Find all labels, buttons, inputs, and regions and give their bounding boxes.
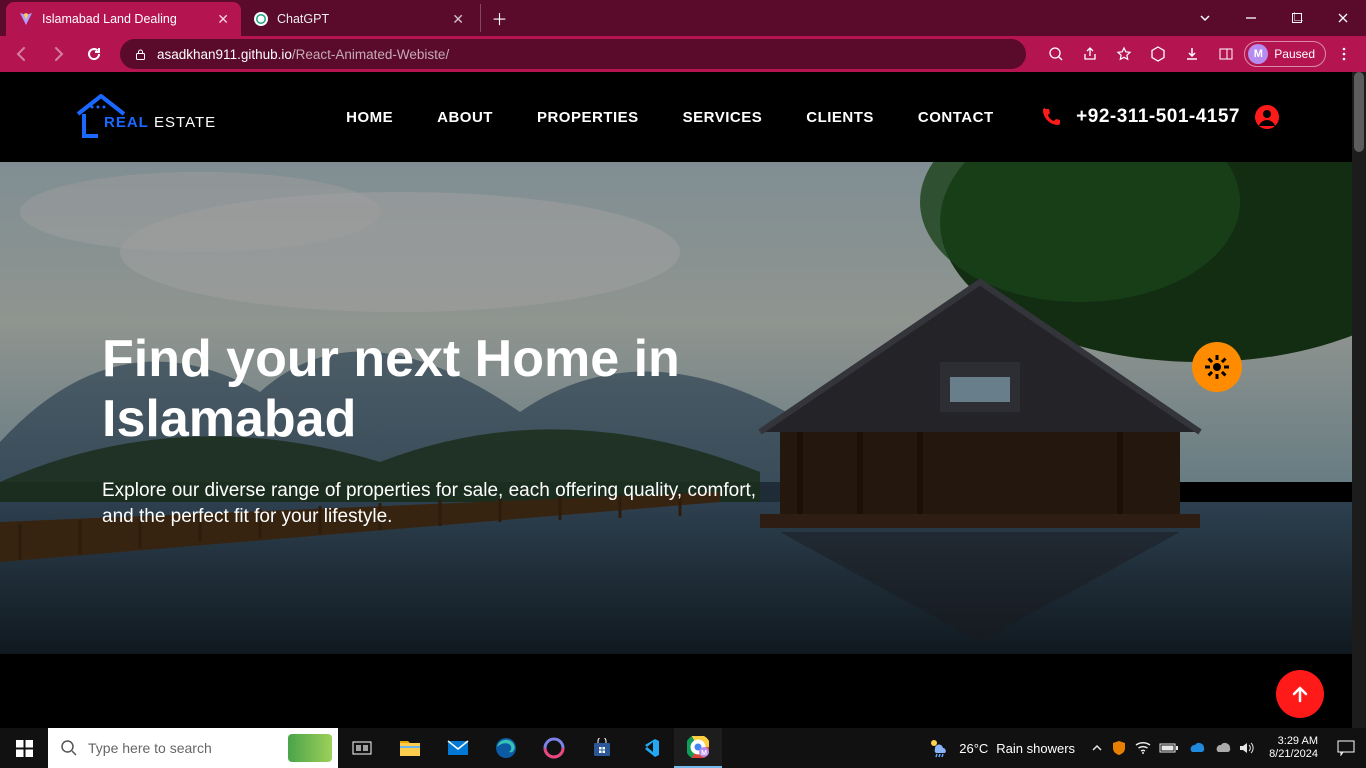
back-button[interactable] [6, 38, 38, 70]
scroll-to-top-button[interactable] [1276, 670, 1324, 718]
notifications-button[interactable] [1326, 728, 1366, 768]
close-window-button[interactable] [1320, 0, 1366, 36]
taskbar: Type here to search M 26°C Rain showers … [0, 728, 1366, 768]
share-icon[interactable] [1074, 38, 1106, 70]
profile-status: Paused [1274, 47, 1315, 61]
nav-about[interactable]: ABOUT [437, 109, 493, 126]
new-tab-button[interactable]: ＋ [480, 4, 508, 32]
taskbar-apps: M [338, 728, 722, 768]
taskbar-clock[interactable]: 3:29 AM 8/21/2024 [1261, 735, 1326, 761]
tray-onedrive-icon[interactable] [1187, 742, 1205, 754]
hero-title: Find your next Home in Islamabad [102, 330, 842, 450]
tab-2[interactable]: ChatGPT ✕ [241, 2, 476, 36]
tray-cloud-icon[interactable] [1213, 742, 1231, 754]
profile-button[interactable]: M Paused [1244, 41, 1326, 67]
forward-button[interactable] [42, 38, 74, 70]
scrollbar[interactable] [1352, 72, 1366, 728]
vite-icon [18, 11, 34, 27]
phone-link[interactable]: +92-311-501-4157 [1040, 106, 1240, 128]
tray-security-icon[interactable] [1111, 740, 1127, 756]
gear-icon [1204, 354, 1230, 380]
tab-strip: Islamabad Land Dealing ✕ ChatGPT ✕ ＋ [0, 0, 508, 36]
address-bar[interactable]: asadkhan911.github.io/React-Animated-Web… [120, 39, 1026, 69]
close-icon[interactable]: ✕ [217, 11, 229, 28]
copilot-icon[interactable] [530, 728, 578, 768]
main-nav: HOME ABOUT PROPERTIES SERVICES CLIENTS C… [346, 109, 994, 126]
clock-time: 3:29 AM [1269, 735, 1318, 748]
sidepanel-icon[interactable] [1210, 38, 1242, 70]
chatgpt-icon [253, 11, 269, 27]
nav-services[interactable]: SERVICES [683, 109, 763, 126]
nav-home[interactable]: HOME [346, 109, 393, 126]
user-icon[interactable] [1254, 104, 1280, 130]
tab-1[interactable]: Islamabad Land Dealing ✕ [6, 2, 241, 36]
tab-title: ChatGPT [277, 12, 329, 26]
start-button[interactable] [0, 728, 48, 768]
explorer-icon[interactable] [386, 728, 434, 768]
search-icon [60, 739, 78, 757]
nav-properties[interactable]: PROPERTIES [537, 109, 639, 126]
weather-temp: 26°C [959, 741, 988, 756]
logo[interactable]: REAL ESTATE [72, 90, 216, 144]
store-icon[interactable] [578, 728, 626, 768]
tray-battery-icon[interactable] [1159, 742, 1179, 754]
lock-icon [134, 48, 147, 61]
bookmark-icon[interactable] [1108, 38, 1140, 70]
tray-wifi-icon[interactable] [1135, 741, 1151, 755]
zoom-icon[interactable] [1040, 38, 1072, 70]
weather-label: Rain showers [996, 741, 1075, 756]
browser-toolbar: asadkhan911.github.io/React-Animated-Web… [0, 36, 1366, 72]
vscode-icon[interactable] [626, 728, 674, 768]
maximize-button[interactable] [1274, 0, 1320, 36]
nav-clients[interactable]: CLIENTS [806, 109, 874, 126]
phone-number: +92-311-501-4157 [1076, 106, 1240, 128]
system-tray [1085, 740, 1261, 756]
avatar: M [1248, 44, 1268, 64]
tray-volume-icon[interactable] [1239, 741, 1255, 755]
taskview-icon[interactable] [338, 728, 386, 768]
download-icon[interactable] [1176, 38, 1208, 70]
tab-title: Islamabad Land Dealing [42, 12, 177, 26]
search-promo-icon [288, 734, 332, 762]
window-controls [1182, 0, 1366, 36]
chrome-icon[interactable]: M [674, 728, 722, 768]
hero-section: Find your next Home in Islamabad Explore… [0, 162, 1352, 654]
settings-button[interactable] [1192, 342, 1242, 392]
hero-subtitle: Explore our diverse range of properties … [102, 478, 792, 531]
weather-icon [929, 737, 951, 759]
site-header: REAL ESTATE HOME ABOUT PROPERTIES SERVIC… [0, 72, 1352, 162]
clock-date: 8/21/2024 [1269, 748, 1318, 761]
close-icon[interactable]: ✕ [452, 11, 464, 28]
mail-icon[interactable] [434, 728, 482, 768]
minimize-button[interactable] [1228, 0, 1274, 36]
scrollbar-thumb[interactable] [1354, 72, 1364, 152]
browser-titlebar: Islamabad Land Dealing ✕ ChatGPT ✕ ＋ [0, 0, 1366, 36]
header-right: +92-311-501-4157 [1040, 104, 1280, 130]
url-text: asadkhan911.github.io/React-Animated-Web… [157, 47, 449, 62]
arrow-up-icon [1289, 683, 1311, 705]
svg-text:M: M [701, 750, 707, 757]
edge-icon[interactable] [482, 728, 530, 768]
page-viewport: REAL ESTATE HOME ABOUT PROPERTIES SERVIC… [0, 72, 1352, 728]
kebab-menu-icon[interactable] [1328, 38, 1360, 70]
phone-icon [1040, 106, 1062, 128]
reload-button[interactable] [78, 38, 110, 70]
search-placeholder: Type here to search [88, 740, 212, 756]
tray-chevron-icon[interactable] [1091, 742, 1103, 754]
nav-contact[interactable]: CONTACT [918, 109, 994, 126]
taskbar-search[interactable]: Type here to search [48, 728, 338, 768]
logo-text: REAL ESTATE [104, 114, 216, 131]
weather-widget[interactable]: 26°C Rain showers [929, 737, 1085, 759]
hero-content: Find your next Home in Islamabad Explore… [102, 330, 842, 531]
chevron-down-icon[interactable] [1182, 0, 1228, 36]
extension-icon[interactable] [1142, 38, 1174, 70]
